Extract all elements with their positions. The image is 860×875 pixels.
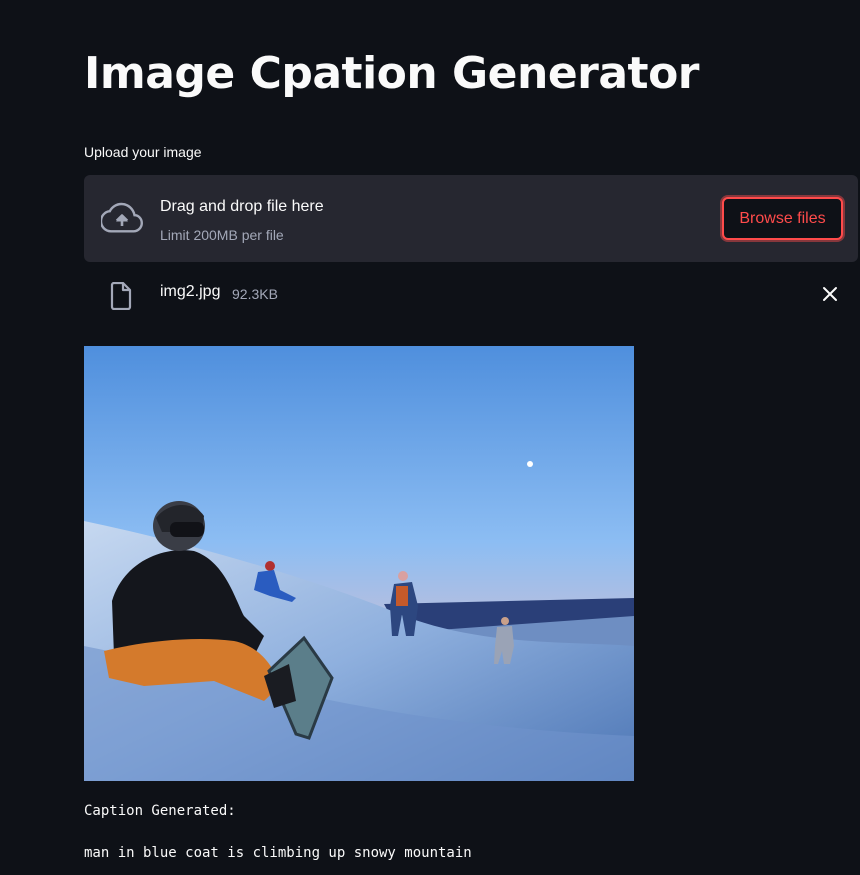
caption-label: Caption Generated:	[84, 803, 236, 819]
close-icon	[823, 287, 837, 301]
remove-file-button[interactable]	[818, 282, 842, 306]
uploaded-file-name: img2.jpg	[160, 283, 221, 300]
file-icon	[110, 282, 132, 310]
uploaded-photo	[84, 346, 634, 781]
generated-caption: man in blue coat is climbing up snowy mo…	[84, 845, 472, 861]
dropzone-limit: Limit 200MB per file	[160, 227, 284, 243]
app-main: Image Cpation Generator Upload your imag…	[0, 0, 860, 875]
page-title: Image Cpation Generator	[84, 48, 700, 99]
uploaded-file-size: 92.3KB	[232, 286, 278, 302]
dropzone-instructions: Drag and drop file here	[160, 198, 324, 215]
upload-label: Upload your image	[84, 144, 202, 160]
file-dropzone[interactable]: Drag and drop file here Limit 200MB per …	[84, 175, 858, 262]
uploaded-file-row: img2.jpg 92.3KB	[84, 270, 858, 318]
cloud-upload-icon	[101, 202, 143, 233]
browse-files-button[interactable]: Browse files	[722, 197, 843, 240]
